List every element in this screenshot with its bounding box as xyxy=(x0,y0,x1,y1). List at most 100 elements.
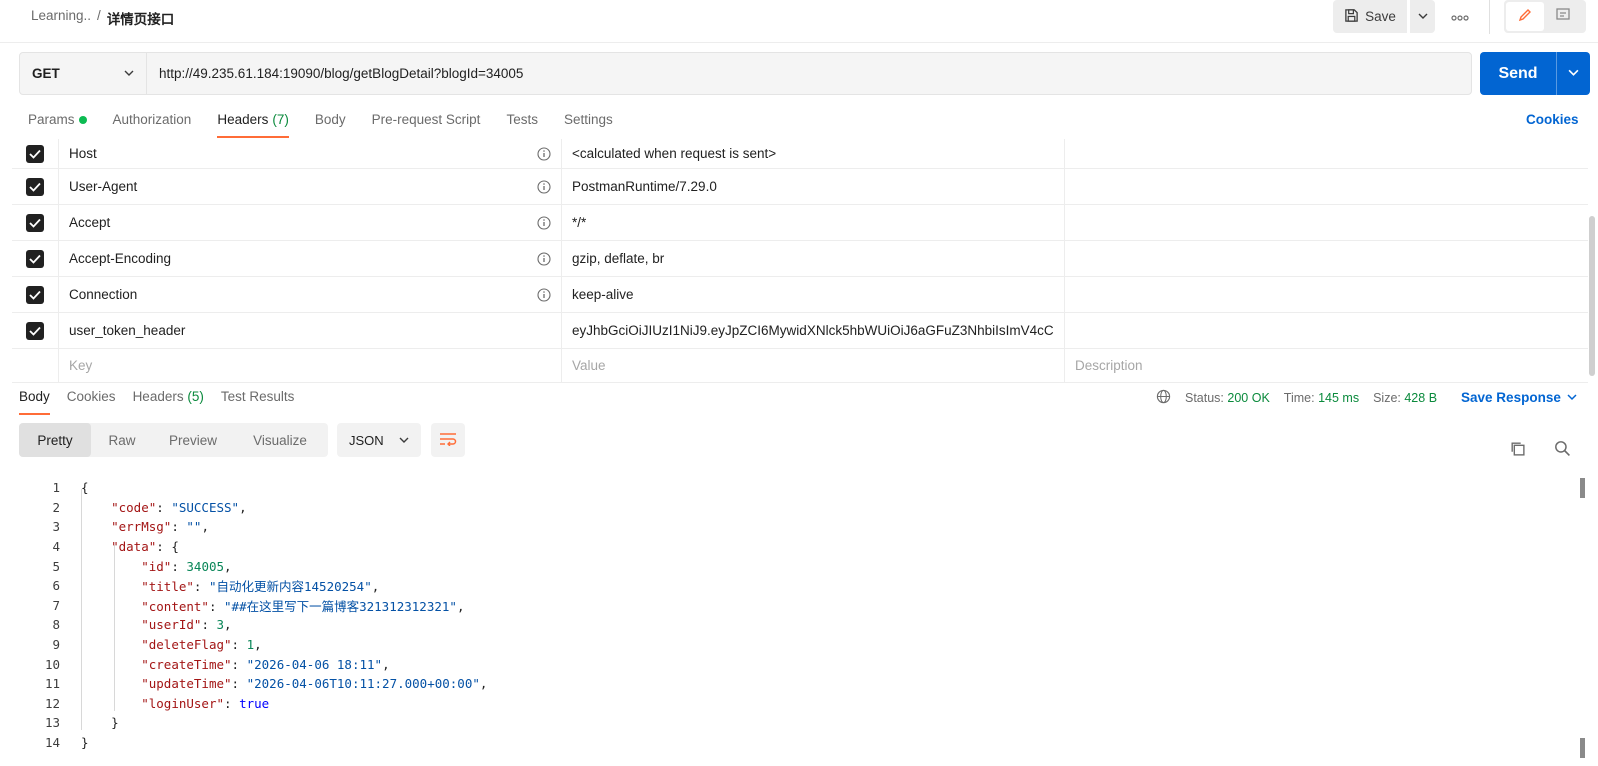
header-description-cell[interactable] xyxy=(1065,241,1588,276)
save-options-button[interactable] xyxy=(1409,0,1435,33)
header-key-cell[interactable]: User-Agent xyxy=(59,169,562,204)
header-value-cell[interactable]: */* xyxy=(562,205,1065,240)
json-key: "createTime" xyxy=(141,656,232,672)
view-preview-button[interactable]: Preview xyxy=(153,423,233,457)
row-checkbox[interactable] xyxy=(26,321,44,340)
cookies-link[interactable]: Cookies xyxy=(1526,112,1579,127)
save-icon xyxy=(1344,8,1359,26)
code-line: 3 "errMsg": "", xyxy=(0,517,1590,537)
json-key: "loginUser" xyxy=(141,695,225,711)
row-checkbox-cell xyxy=(12,205,59,240)
json-brace: } xyxy=(81,735,89,751)
tab-body[interactable]: Body xyxy=(315,112,346,138)
tab-authorization[interactable]: Authorization xyxy=(113,112,192,138)
row-checkbox[interactable] xyxy=(26,213,44,232)
code-line: 5 "id": 34005, xyxy=(0,556,1590,576)
view-visualize-button[interactable]: Visualize xyxy=(233,423,327,457)
row-checkbox[interactable] xyxy=(26,249,44,268)
header-key-cell[interactable]: Accept xyxy=(59,205,562,240)
wrap-lines-icon xyxy=(439,432,457,449)
headers-scrollbar[interactable] xyxy=(1589,216,1595,376)
more-horizontal-icon xyxy=(1451,9,1469,24)
row-checkbox[interactable] xyxy=(26,177,44,196)
response-size[interactable]: Size: 428 B xyxy=(1373,391,1437,405)
save-response-label: Save Response xyxy=(1461,390,1561,405)
json-string: "自动化更新内容14520254" xyxy=(208,579,372,595)
json-string: "2026-04-06T10:11:27.000+00:00" xyxy=(246,676,480,692)
header-description-cell[interactable] xyxy=(1065,139,1588,168)
info-icon[interactable] xyxy=(537,146,551,161)
headers-table: Host <calculated when request is sent> U… xyxy=(12,139,1588,383)
json-number: 3 xyxy=(216,617,225,633)
tab-params[interactable]: Params xyxy=(28,112,87,138)
header-key-cell[interactable]: Connection xyxy=(59,277,562,312)
send-options-button[interactable] xyxy=(1556,52,1590,95)
header-description-cell[interactable] xyxy=(1065,169,1588,204)
json-string: "" xyxy=(186,519,202,535)
row-checkbox[interactable] xyxy=(26,144,44,163)
format-select[interactable]: JSON xyxy=(337,423,421,457)
info-icon[interactable] xyxy=(537,215,551,230)
header-value-cell[interactable]: eyJhbGciOiJIUzI1NiJ9.eyJpZCI6MywidXNlck5… xyxy=(562,313,1065,348)
header-description-cell[interactable] xyxy=(1065,205,1588,240)
header-value-cell[interactable]: <calculated when request is sent> xyxy=(562,139,1065,168)
header-key: Connection xyxy=(69,287,138,302)
edit-mode-button[interactable] xyxy=(1506,2,1544,31)
tab-response-cookies[interactable]: Cookies xyxy=(67,389,116,415)
pencil-icon xyxy=(1517,7,1533,26)
new-key-input[interactable]: Key xyxy=(59,349,562,382)
breadcrumb: Learning.. / 详情页接口 xyxy=(31,8,174,28)
tab-settings-label: Settings xyxy=(563,112,613,127)
header-value-cell[interactable]: keep-alive xyxy=(562,277,1065,312)
line-number: 6 xyxy=(52,578,60,594)
comments-button[interactable] xyxy=(1544,2,1582,31)
header-description-cell[interactable] xyxy=(1065,277,1588,312)
header-value-cell[interactable]: PostmanRuntime/7.29.0 xyxy=(562,169,1065,204)
save-response-button[interactable]: Save Response xyxy=(1461,390,1577,405)
method-select[interactable]: GET xyxy=(20,53,147,94)
view-pretty-button[interactable]: Pretty xyxy=(19,423,91,457)
code-scrollbar-marker[interactable] xyxy=(1580,738,1585,758)
new-value-input[interactable]: Value xyxy=(562,349,1065,382)
tab-tests-label: Tests xyxy=(506,112,538,127)
view-raw-button[interactable]: Raw xyxy=(91,423,153,457)
more-actions-button[interactable] xyxy=(1447,6,1473,26)
info-icon[interactable] xyxy=(537,251,551,266)
params-indicator-dot xyxy=(78,116,87,124)
header-key: Accept-Encoding xyxy=(69,251,172,266)
tab-response-headers[interactable]: Headers (5) xyxy=(133,389,204,415)
search-button[interactable] xyxy=(1554,440,1572,458)
tab-test-results[interactable]: Test Results xyxy=(221,389,295,415)
tab-settings[interactable]: Settings xyxy=(564,112,613,138)
response-body-code[interactable]: 1 { 2 "code": "SUCCESS", 3 "errMsg": "",… xyxy=(0,478,1590,752)
request-name[interactable]: 详情页接口 xyxy=(107,8,175,28)
globe-icon[interactable] xyxy=(1156,389,1171,407)
line-number: 13 xyxy=(44,715,60,731)
response-status[interactable]: Status: 200 OK xyxy=(1185,391,1270,405)
chevron-down-icon xyxy=(399,433,409,448)
tab-response-body[interactable]: Body xyxy=(19,389,50,415)
copy-button[interactable] xyxy=(1509,440,1527,458)
tab-tests[interactable]: Tests xyxy=(506,112,538,138)
row-checkbox[interactable] xyxy=(26,285,44,304)
header-key-cell[interactable]: Host xyxy=(59,139,562,168)
wrap-lines-button[interactable] xyxy=(431,423,465,457)
breadcrumb-collection[interactable]: Learning.. xyxy=(31,8,91,28)
tab-headers[interactable]: Headers (7) xyxy=(217,112,289,138)
header-key-cell[interactable]: user_token_header xyxy=(59,313,562,348)
new-description-input[interactable]: Description xyxy=(1065,349,1588,382)
save-button[interactable]: Save xyxy=(1333,0,1407,33)
tab-prerequest-script[interactable]: Pre-request Script xyxy=(372,112,481,138)
request-url-bar: GET http://49.235.61.184:19090/blog/getB… xyxy=(19,52,1472,95)
info-icon[interactable] xyxy=(537,179,551,194)
tab-authorization-label: Authorization xyxy=(112,112,192,127)
response-time[interactable]: Time: 145 ms xyxy=(1284,391,1359,405)
code-scrollbar-marker[interactable] xyxy=(1580,478,1585,498)
comment-icon xyxy=(1555,7,1571,26)
header-key-cell[interactable]: Accept-Encoding xyxy=(59,241,562,276)
info-icon[interactable] xyxy=(537,287,551,302)
url-input[interactable]: http://49.235.61.184:19090/blog/getBlogD… xyxy=(147,53,1471,94)
header-value-cell[interactable]: gzip, deflate, br xyxy=(562,241,1065,276)
header-description-cell[interactable] xyxy=(1065,313,1588,348)
send-button[interactable]: Send xyxy=(1480,52,1556,95)
